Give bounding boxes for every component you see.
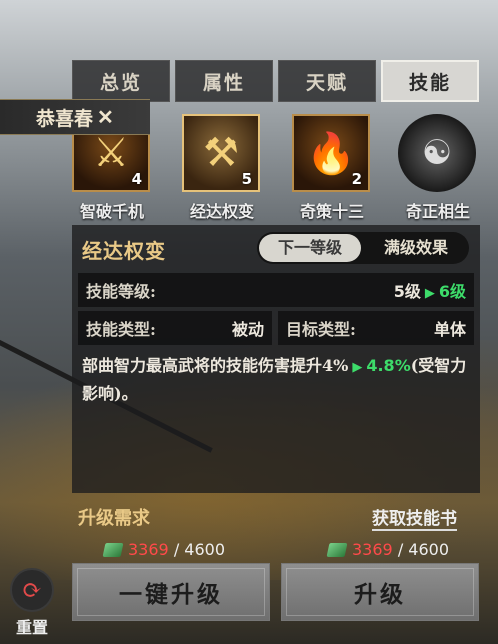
toggle-next-level[interactable]: 下一等级 [259,234,361,262]
level-toggle: 下一等级 满级效果 [257,232,469,264]
arrow-right-icon: ▶ [424,286,435,301]
tab-overview[interactable]: 总览 [72,60,170,102]
cost-need: / 4600 [397,540,450,559]
skill-name: 经达权变 [189,202,254,221]
reset-label: 重置 [15,618,48,637]
close-icon[interactable]: ✕ [97,105,114,129]
skill-type-row: 技能类型: 被动 [78,311,272,345]
tab-skills[interactable]: 技能 [381,60,479,102]
level-label: 技能等级: [86,282,156,301]
upgrade-cost: 3369 / 4600 [326,540,450,559]
skill-level: 4 [131,170,142,188]
skill-book-icon [326,542,348,557]
skill-level: 2 [351,170,362,188]
cost-need: / 4600 [173,540,226,559]
get-skill-book-link[interactable]: 获取技能书 [372,504,457,531]
skill-detail-panel: 经达权变 下一等级 满级效果 技能等级: 5级 ▶ 6级 技能类型: 被动 目标类型… [72,225,480,493]
skill-book-icon [102,542,124,557]
banner-text: 恭喜春 [36,107,94,130]
level-current: 5级 [393,282,421,301]
skill-title: 经达权变 [82,239,166,263]
tab-attributes[interactable]: 属性 [175,60,273,102]
skill-card[interactable]: ☯ 奇正相生 [398,114,478,222]
type-value: 被动 [231,320,264,339]
skill-description: 部曲智力最高武将的技能伤害提升4% ▶ 4.8%(受智力影响)。 [82,353,472,407]
toggle-max-effect[interactable]: 满级效果 [365,234,467,262]
one-key-cost: 3369 / 4600 [102,540,226,559]
congrats-banner: 恭喜春 ✕ [0,99,150,135]
refresh-icon: ⟳ [10,568,54,612]
cost-have: 3369 [128,540,169,559]
crossed-axes-icon: ⚒ 5 [182,114,260,192]
desc-main: 部曲智力最高武将的技能伤害提升4% [82,356,349,375]
upgrade-requirements-label: 升级需求 [78,508,150,529]
target-value: 单体 [433,320,466,339]
skill-name: 奇正相生 [405,202,470,221]
skill-name: 奇策十三 [299,202,364,221]
arrow-right-icon: ▶ [352,360,363,375]
reset-button[interactable]: ⟳ 重置 [8,568,56,640]
skill-name: 智破千机 [79,202,144,221]
desc-new-value: 4.8% [366,356,411,375]
target-type-row: 目标类型: 单体 [278,311,474,345]
flame-scroll-icon: 🔥 2 [292,114,370,192]
level-next: 6级 [438,282,466,301]
skill-card-selected[interactable]: ⚒ 5 经达权变 [182,114,262,222]
tab-talents[interactable]: 天赋 [278,60,376,102]
one-key-upgrade-button[interactable]: 一键升级 [72,563,270,621]
target-label: 目标类型: [286,320,356,339]
upgrade-button[interactable]: 升级 [281,563,479,621]
type-label: 技能类型: [86,320,156,339]
tab-bar: 总览 属性 天赋 技能 [72,60,479,102]
skill-level: 5 [241,170,252,188]
cost-have: 3369 [352,540,393,559]
skill-level-row: 技能等级: 5级 ▶ 6级 [78,273,474,307]
skill-card[interactable]: 🔥 2 奇策十三 [292,114,372,222]
ink-swirl-icon: ☯ [398,114,476,192]
